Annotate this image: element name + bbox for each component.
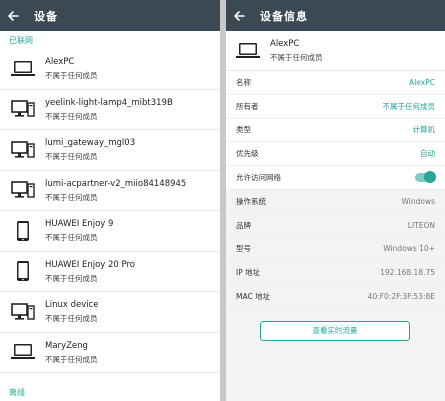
editable-info-row[interactable]: 类型 计算机: [226, 119, 445, 143]
editable-info-section: 名称 AlexPC 所有者 不属于任何成员类型 计算机优先级 自动: [226, 71, 445, 167]
device-name: AlexPC: [270, 39, 300, 49]
editable-info-row[interactable]: 优先级 自动: [226, 142, 445, 167]
info-row: 型号 Windows 10+: [226, 237, 445, 262]
info-label: 允许访问网络: [236, 173, 281, 183]
editable-info-row[interactable]: 名称 AlexPC: [226, 71, 445, 95]
device-name: HUAWEI Enjoy 9: [45, 219, 114, 230]
device-list-item[interactable]: HUAWEI Enjoy 20 Pro 不属于任何成员: [0, 251, 220, 292]
device-list-item[interactable]: lumi-acpartner-v2_miio84148945 不属于任何成员: [0, 170, 220, 211]
desktop-icon: [0, 170, 45, 210]
info-value: 40:F0:2F:3F:53:8E: [367, 292, 435, 302]
device-list-item[interactable]: lumi_gateway_mgl03 不属于任何成员: [0, 130, 220, 171]
phone-icon: [0, 211, 45, 251]
toggle-knob: [424, 171, 436, 184]
device-owner: 不属于任何成员: [45, 192, 98, 202]
device-owner: 不属于任何成员: [45, 354, 98, 364]
device-owner: 不属于任何成员: [45, 111, 98, 121]
info-label: 所有者: [236, 101, 259, 111]
view-traffic-button[interactable]: 查看实时流量: [260, 320, 410, 341]
desktop-icon: [0, 130, 45, 170]
info-value-link[interactable]: 计算机: [413, 124, 436, 135]
device-owner: 不属于任何成员: [45, 152, 98, 162]
app-bar: 设备信息: [226, 0, 445, 31]
desktop-icon: [0, 89, 45, 129]
device-list-item[interactable]: AlexPC 不属于任何成员: [0, 49, 220, 90]
info-value: LITEON: [407, 220, 435, 230]
info-label: IP 地址: [236, 268, 261, 278]
online-section-label: 已联网: [9, 35, 33, 45]
page-title: 设备: [34, 9, 58, 23]
page-title: 设备信息: [260, 9, 308, 23]
info-value-link[interactable]: 自动: [420, 148, 435, 159]
back-arrow-icon: [8, 10, 19, 21]
device-name: Linux device: [45, 300, 99, 311]
info-row: MAC 地址 40:F0:2F:3F:53:8E: [226, 285, 445, 309]
network-access-row: 允许访问网络: [226, 166, 445, 190]
device-owner: 不属于任何成员: [45, 273, 98, 283]
device-info-screen: 设备信息 AlexPC 不属于任何成员 名称 AlexPC 所有者 不属于任何成员类型…: [226, 0, 445, 401]
back-button[interactable]: [226, 0, 252, 31]
device-list-item[interactable]: MaryZeng 不属于任何成员: [0, 332, 220, 373]
info-label: 品牌: [236, 220, 251, 230]
info-row: IP 地址 192.168.18.75: [226, 261, 445, 286]
info-row: 操作系统 Windows: [226, 189, 445, 214]
info-value: 192.168.18.75: [380, 268, 435, 278]
device-owner: 不属于任何成员: [45, 314, 98, 324]
device-name: HUAWEI Enjoy 20 Pro: [45, 259, 136, 270]
device-owner: 不属于任何成员: [45, 233, 98, 243]
bottom-area: 查看实时流量: [226, 308, 445, 401]
device-info-section: 操作系统 Windows 品牌 LITEON 型号 Windows 10+ IP 地址 192…: [226, 189, 445, 309]
back-button[interactable]: [0, 0, 26, 31]
info-value-link[interactable]: AlexPC: [409, 78, 435, 87]
phone-icon: [0, 251, 45, 291]
info-row: 品牌 LITEON: [226, 213, 445, 238]
info-label: 类型: [236, 125, 251, 135]
laptop-icon: [0, 49, 45, 89]
device-list-item[interactable]: yeelink-light-lamp4_mibt319B 不属于任何成员: [0, 89, 220, 130]
device-name: lumi_gateway_mgl03: [45, 138, 136, 149]
app-bar: 设备: [0, 0, 220, 31]
info-value-link[interactable]: 不属于任何成员: [383, 101, 436, 112]
info-label: 名称: [236, 77, 251, 87]
info-label: 优先级: [236, 149, 259, 159]
info-label: 型号: [236, 244, 251, 254]
desktop-icon: [0, 292, 45, 332]
back-arrow-icon: [234, 10, 245, 21]
device-list-item[interactable]: Linux device 不属于任何成员: [0, 292, 220, 333]
device-list-item[interactable]: HUAWEI Enjoy 9 不属于任何成员: [0, 211, 220, 252]
laptop-icon: [0, 332, 45, 372]
device-name: lumi-acpartner-v2_miio84148945: [45, 178, 187, 189]
editable-info-row[interactable]: 所有者 不属于任何成员: [226, 95, 445, 119]
info-value: Windows: [401, 196, 435, 206]
offline-section-label: 离线: [9, 387, 25, 397]
device-list-screen: 设备 已联网 AlexPC 不属于任何成员 yeelink-light-lamp4_…: [0, 0, 220, 401]
device-name: AlexPC: [45, 57, 75, 68]
info-label: MAC 地址: [236, 292, 271, 302]
device-owner: 不属于任何成员: [270, 53, 323, 62]
device-header: AlexPC 不属于任何成员: [226, 31, 445, 71]
device-name: yeelink-light-lamp4_mibt319B: [45, 97, 173, 108]
device-name: MaryZeng: [45, 340, 88, 351]
network-access-toggle[interactable]: [415, 171, 436, 184]
device-list: AlexPC 不属于任何成员 yeelink-light-lamp4_mibt319…: [0, 49, 220, 373]
info-label: 操作系统: [236, 196, 266, 206]
device-owner: 不属于任何成员: [45, 71, 98, 81]
laptop-icon: [226, 31, 270, 71]
info-value: Windows 10+: [383, 244, 435, 254]
